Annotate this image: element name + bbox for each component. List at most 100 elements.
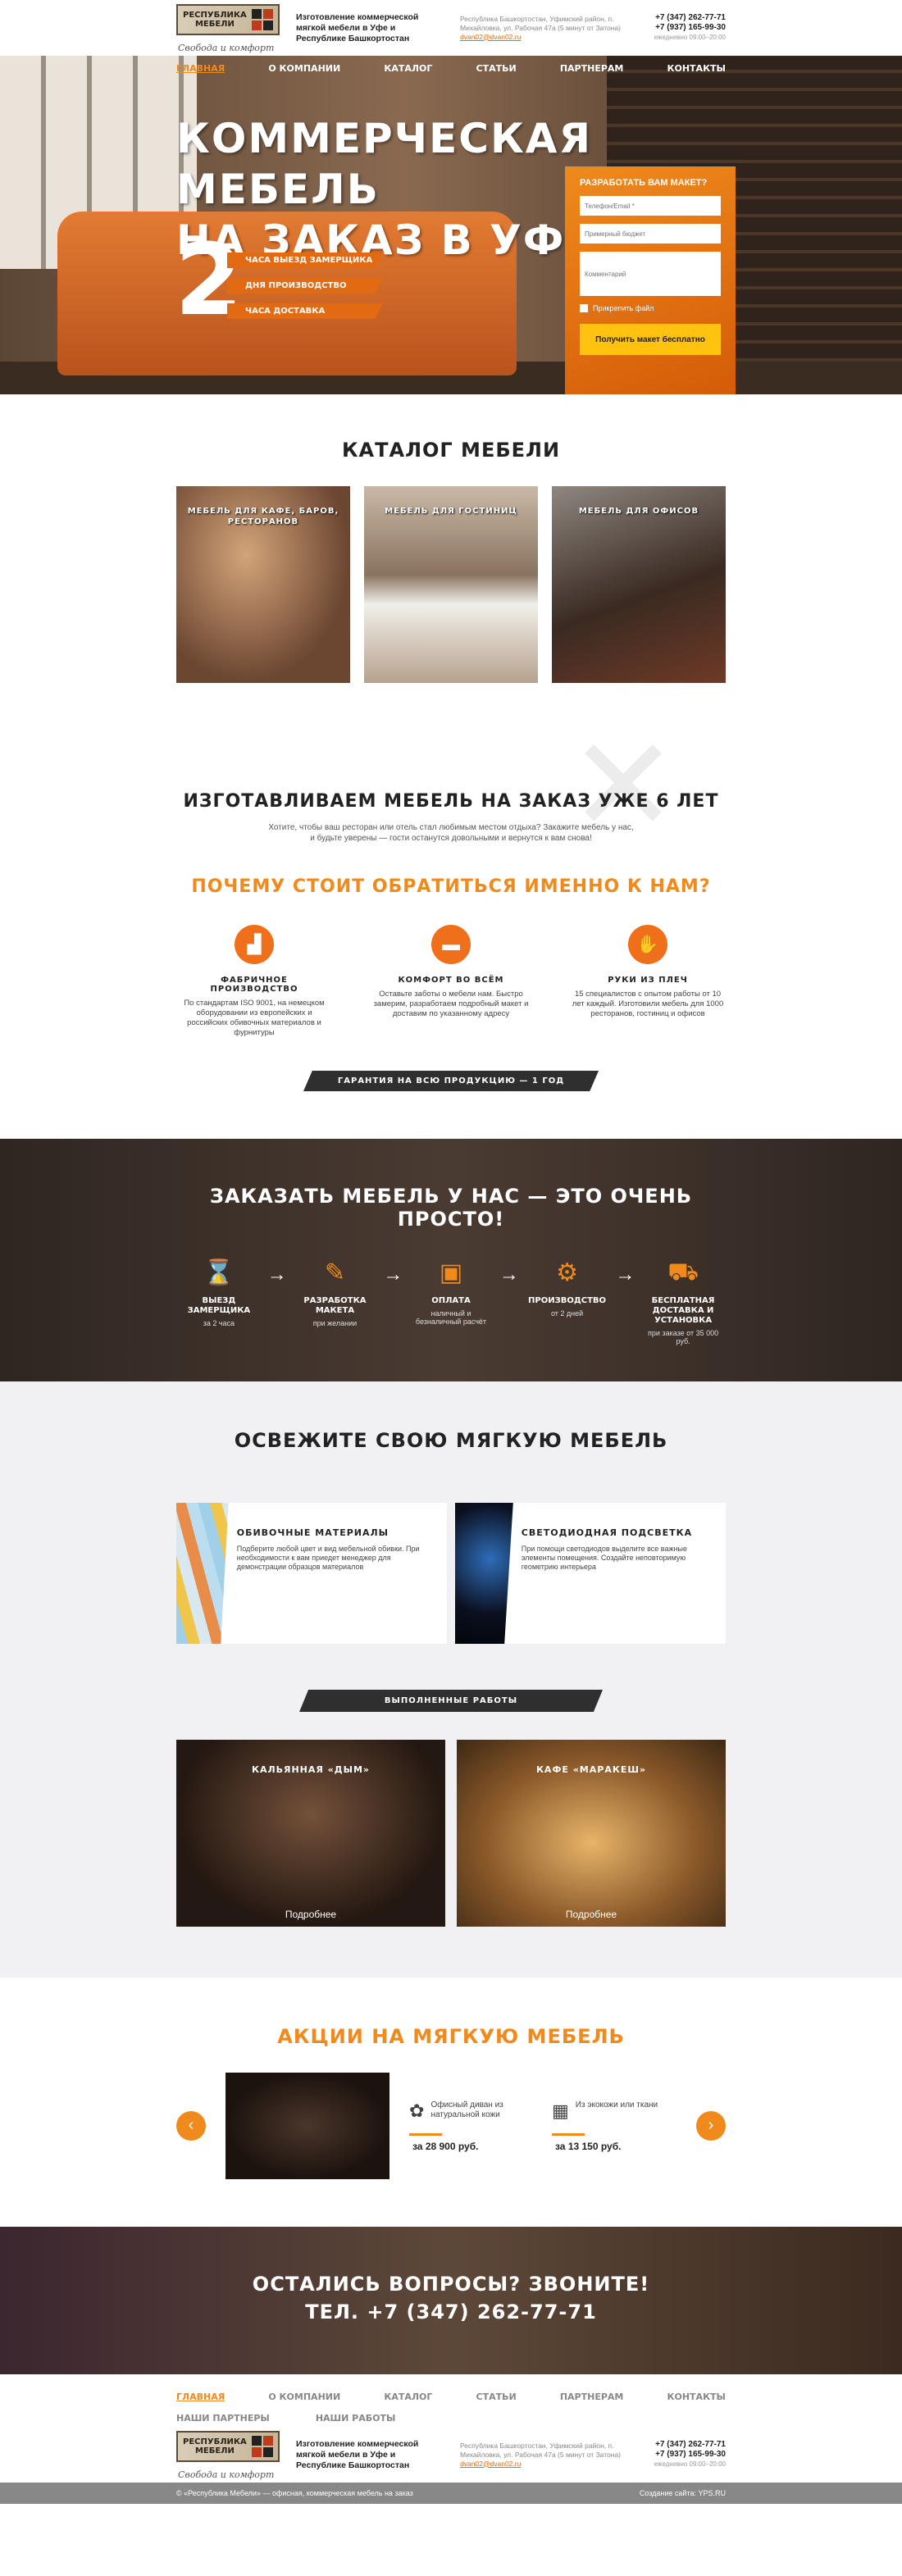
refresh-title: ОСВЕЖИТЕ СВОЮ МЯГКУЮ МЕБЕЛЬ xyxy=(234,1429,668,1452)
arrow-icon: → xyxy=(615,1263,636,1286)
footer-nav: ГЛАВНАЯ О КОМПАНИИ КАТАЛОГ СТАТЬИ ПАРТНЕ… xyxy=(176,2374,726,2427)
more-link[interactable]: Подробнее xyxy=(457,1909,726,1920)
tape-measure-icon: ⌛ xyxy=(203,1259,235,1286)
work-card-hookah[interactable]: КАЛЬЯННАЯ «ДЫМ» Подробнее xyxy=(176,1740,445,1927)
why-us-section: ПОЧЕМУ СТОИТ ОБРАТИТЬСЯ ИМЕННО К НАМ? ▟ Ф… xyxy=(176,876,726,1091)
developer-link[interactable]: Создание сайта: YPS.RU xyxy=(640,2483,726,2504)
comment-input[interactable] xyxy=(580,252,721,296)
nav-catalog[interactable]: КАТАЛОГ xyxy=(384,63,432,74)
truck-icon: ⛟ xyxy=(667,1258,699,1286)
site-header: РЕСПУБЛИКА МЕБЕЛИ Свобода и комфорт Изгот… xyxy=(176,0,726,56)
ribbon-production: ДНЯ ПРОИЗВОДСТВО xyxy=(227,278,383,294)
attach-checkbox-icon[interactable] xyxy=(580,304,588,312)
leather-icon: ✿ xyxy=(409,2100,425,2121)
guarantee-banner: ГАРАНТИЯ НА ВСЮ ПРОДУКЦИЮ — 1 ГОД xyxy=(303,1071,599,1091)
footer-tagline: Изготовление коммерческой мягкой мебели … xyxy=(296,2438,419,2470)
footer-contacts: РЕСПУБЛИКА МЕБЕЛИ Свобода и комфорт Изгот… xyxy=(176,2427,726,2483)
footer-phone-1[interactable]: +7 (347) 262-77-71 xyxy=(654,2440,726,2450)
price-1: за 28 900 руб. xyxy=(412,2140,479,2152)
copyright-text: © «Республика Мебели» — офисная, коммерч… xyxy=(176,2489,413,2497)
header-address: Республика Башкортостан, Уфимский район,… xyxy=(460,15,624,42)
upholstery-card[interactable]: ОБИВОЧНЫЕ МАТЕРИАЛЫ Подберите любой цвет … xyxy=(176,1503,447,1644)
catalog-card-cafe[interactable]: МЕБЕЛЬ ДЛЯ КАФЕ, БАРОВ, РЕСТОРАНОВ xyxy=(176,486,350,683)
footer-nav-articles[interactable]: СТАТЬИ xyxy=(476,2392,517,2402)
budget-input[interactable] xyxy=(580,224,721,243)
hero-banner: ГЛАВНАЯ О КОМПАНИИ КАТАЛОГ СТАТЬИ ПАРТНЕ… xyxy=(0,56,902,394)
step-payment: ▣ ОПЛАТА наличный и безналичный расчёт xyxy=(408,1258,494,1345)
footer-nav-partners[interactable]: ПАРТНЕРАМ xyxy=(560,2392,624,2402)
cta-phone[interactable]: ТЕЛ. +7 (347) 262-77-71 xyxy=(0,2301,902,2323)
footer-nav-home[interactable]: ГЛАВНАЯ xyxy=(176,2392,225,2402)
footer-phone-2[interactable]: +7 (937) 165-99-30 xyxy=(654,2450,726,2460)
arrow-icon: → xyxy=(383,1263,403,1286)
feature-hands: ✋ РУКИ ИЗ ПЛЕЧ 15 специалистов с опытом ра… xyxy=(570,925,726,1038)
more-link[interactable]: Подробнее xyxy=(176,1909,445,1920)
nav-articles[interactable]: СТАТЬИ xyxy=(476,63,517,74)
step-delivery: ⛟ БЕСПЛАТНАЯ ДОСТАВКА И УСТАНОВКА при зака… xyxy=(640,1258,726,1345)
hero-ribbons: ЧАСА ВЫЕЗД ЗАМЕРЩИКА ДНЯ ПРОИЗВОДСТВО ЧА… xyxy=(227,253,383,329)
catalog-card-hotel[interactable]: МЕБЕЛЬ ДЛЯ ГОСТИНИЦ xyxy=(364,486,538,683)
ribbon-measure: ЧАСА ВЫЕЗД ЗАМЕРЩИКА xyxy=(227,253,383,268)
work-hours: ежедневно 09:00–20:00 xyxy=(654,34,726,41)
catalog-title: КАТАЛОГ МЕБЕЛИ xyxy=(341,439,561,462)
footer-logo[interactable]: РЕСПУБЛИКА МЕБЕЛИ Свобода и комфорт xyxy=(176,2429,280,2480)
header-phones: +7 (347) 262-77-71 +7 (937) 165-99-30 еж… xyxy=(654,13,726,43)
leather-sofa-image[interactable] xyxy=(226,2073,390,2179)
step-production: ⚙ ПРОИЗВОДСТВО от 2 дней xyxy=(525,1258,610,1345)
price-2: за 13 150 руб. xyxy=(555,2140,622,2152)
nav-partners[interactable]: ПАРТНЕРАМ xyxy=(560,63,624,74)
promo-section: АКЦИИ НА МЯГКУЮ МЕБЕЛЬ ‹ ✿ Офисный диван… xyxy=(176,1978,726,2227)
slider-next-button[interactable]: › xyxy=(696,2111,726,2141)
wallet-icon: ▣ xyxy=(439,1259,463,1286)
logo[interactable]: РЕСПУБЛИКА МЕБЕЛИ Свобода и комфорт xyxy=(176,2,280,53)
arrow-icon: → xyxy=(266,1263,287,1286)
armchair-icon: ▟ xyxy=(235,925,274,964)
fabric-icon: ▦ xyxy=(552,2100,569,2121)
call-to-action: ОСТАЛИСЬ ВОПРОСЫ? ЗВОНИТЕ! ТЕЛ. +7 (347)… xyxy=(0,2227,902,2374)
footer-phones: +7 (347) 262-77-71 +7 (937) 165-99-30 еж… xyxy=(654,2440,726,2468)
footer-nav-catalog[interactable]: КАТАЛОГ xyxy=(384,2392,432,2402)
form-title: РАЗРАБОТАТЬ ВАМ МАКЕТ? xyxy=(580,178,708,188)
catalog-card-office[interactable]: МЕБЕЛЬ ДЛЯ ОФИСОВ xyxy=(552,486,726,683)
footer-address: Республика Башкортостан, Уфимский район,… xyxy=(460,2442,624,2469)
copyright-bar: © «Республика Мебели» — офисная, коммерч… xyxy=(0,2483,902,2504)
order-steps-section: ЗАКАЗАТЬ МЕБЕЛЬ У НАС — ЭТО ОЧЕНЬ ПРОСТО… xyxy=(0,1139,902,1381)
order-steps-title: ЗАКАЗАТЬ МЕБЕЛЬ У НАС — ЭТО ОЧЕНЬ ПРОСТО… xyxy=(209,1185,693,1231)
arrow-icon: → xyxy=(499,1263,519,1286)
cta-title: ОСТАЛИСЬ ВОПРОСЫ? ЗВОНИТЕ! xyxy=(252,2273,650,2296)
promo-slider: ‹ ✿ Офисный диван из натуральной кожи за… xyxy=(176,2073,726,2179)
footer-nav-our-works[interactable]: НАШИ РАБОТЫ xyxy=(316,2413,396,2424)
footer-nav-contacts[interactable]: КОНТАКТЫ xyxy=(667,2392,726,2402)
promo-item-fabric: ▦ Из экокожи или ткани за 13 150 руб. xyxy=(552,2100,683,2152)
step-layout: ✎ РАЗРАБОТКА МАКЕТА при желании xyxy=(293,1258,378,1345)
nav-home[interactable]: ГЛАВНАЯ xyxy=(176,63,225,74)
phone-email-input[interactable] xyxy=(580,196,721,216)
logo-slogan: Свобода и комфорт xyxy=(178,43,275,53)
nav-about[interactable]: О КОМПАНИИ xyxy=(268,63,340,74)
promo-item-leather: ✿ Офисный диван из натуральной кожи за 2… xyxy=(409,2100,540,2152)
pencils-icon: ✎ xyxy=(324,1259,346,1286)
feature-factory: ▟ ФАБРИЧНОЕ ПРОИЗВОДСТВО По стандартам ISO… xyxy=(176,925,332,1038)
gears-icon: ⚙ xyxy=(556,1259,578,1286)
ribbon-delivery: ЧАСА ДОСТАВКА xyxy=(227,303,383,319)
attach-file[interactable]: Прикрепить файл xyxy=(580,304,721,312)
promo-title: АКЦИИ НА МЯГКУЮ МЕБЕЛЬ xyxy=(277,2025,625,2048)
led-card[interactable]: СВЕТОДИОДНАЯ ПОДСВЕТКА При помощи светоди… xyxy=(455,1503,726,1644)
slider-prev-button[interactable]: ‹ xyxy=(176,2111,206,2141)
footer-nav-our-partners[interactable]: НАШИ ПАРТНЕРЫ xyxy=(176,2413,270,2424)
why-us-title: ПОЧЕМУ СТОИТ ОБРАТИТЬСЯ ИМЕННО К НАМ? xyxy=(191,876,711,897)
experience-text: Хотите, чтобы ваш ресторан или отель ста… xyxy=(268,823,634,843)
email-link[interactable]: dvan02@dvan02.ru xyxy=(460,33,624,42)
work-card-cafe[interactable]: КАФЕ «МАРАКЕШ» Подробнее xyxy=(457,1740,726,1927)
phone-1[interactable]: +7 (347) 262-77-71 xyxy=(654,13,726,23)
refresh-section: ОСВЕЖИТЕ СВОЮ МЯГКУЮ МЕБЕЛЬ ОБИВОЧНЫЕ МА… xyxy=(0,1381,902,1978)
footer-nav-about[interactable]: О КОМПАНИИ xyxy=(268,2392,340,2402)
hand-icon: ✋ xyxy=(628,925,667,964)
footer-email-link[interactable]: dvan02@dvan02.ru xyxy=(460,2460,624,2469)
experience-title: ИЗГОТАВЛИВАЕМ МЕБЕЛЬ НА ЗАКАЗ УЖЕ 6 ЛЕТ xyxy=(183,791,719,812)
step-measure: ⌛ ВЫЕЗД ЗАМЕРЩИКА за 2 часа xyxy=(176,1258,262,1345)
submit-button[interactable]: Получить макет бесплатно xyxy=(580,324,721,355)
nav-contacts[interactable]: КОНТАКТЫ xyxy=(667,63,726,74)
phone-2[interactable]: +7 (937) 165-99-30 xyxy=(654,23,726,33)
header-tagline: Изготовление коммерческой мягкой мебели … xyxy=(296,11,419,43)
